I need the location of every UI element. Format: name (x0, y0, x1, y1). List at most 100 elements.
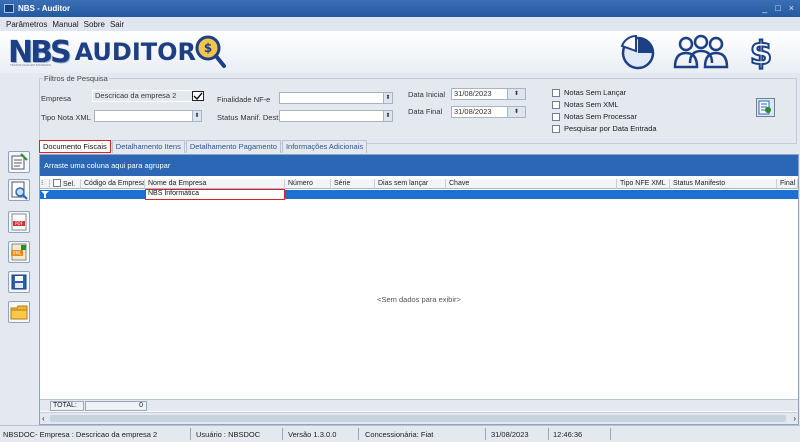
check-notas-sem-processar[interactable]: Notas Sem Processar (552, 112, 637, 121)
col-tipo-nfe-xml[interactable]: Tipo NFE XML (617, 179, 670, 189)
filters-legend: Filtros de Pesquisa (43, 74, 109, 83)
finalidade-select[interactable]: ⬍ (279, 92, 393, 104)
status-version: Versão 1.3.0.0 (288, 430, 337, 439)
data-final-field[interactable]: 31/08/2023 ⬍ (451, 106, 526, 118)
empresa-picker-button[interactable] (192, 91, 204, 101)
col-sel-label: Sel. (63, 181, 76, 188)
status-date: 31/08/2023 (491, 430, 529, 439)
tab-documento-fiscais[interactable]: Documento Fiscais (39, 140, 111, 153)
finalidade-label: Finalidade NF-e (217, 95, 271, 104)
col-numero[interactable]: Número (285, 179, 331, 189)
maximize-button[interactable]: □ (775, 3, 780, 13)
pdf-button[interactable]: PDF (8, 211, 30, 233)
main-panel: Filtros de Pesquisa Empresa Descricao da… (37, 73, 800, 425)
checkbox[interactable] (552, 100, 560, 109)
empresa-field[interactable]: Descricao da empresa 2 (92, 90, 194, 102)
spin-arrows-icon[interactable]: ⬍ (192, 111, 201, 121)
spin-arrows-icon[interactable]: ⬍ (383, 111, 392, 121)
search-button[interactable] (756, 98, 775, 117)
date-spin-icon[interactable]: ⬍ (507, 107, 525, 117)
close-button[interactable]: × (789, 3, 794, 13)
users-icon[interactable] (670, 33, 732, 71)
notes-icon (11, 153, 28, 170)
tab-detalhamento-itens[interactable]: Detalhamento Itens (111, 140, 185, 153)
status-separator (282, 428, 283, 440)
data-final-label: Data Final (408, 107, 443, 116)
row-indicator-header: ⁝ (40, 179, 50, 189)
horizontal-scrollbar[interactable]: ‹ › (40, 412, 798, 424)
data-inicial-field[interactable]: 31/08/2023 ⬍ (451, 88, 526, 100)
col-nome-empresa[interactable]: Nome da Empresa (145, 179, 285, 189)
spin-arrows-icon[interactable]: ⬍ (383, 93, 392, 103)
status-bar: NBSDOC- Empresa : Descricao da empresa 2… (0, 425, 800, 442)
status-manif-select[interactable]: ⬍ (279, 110, 393, 122)
status-manif-label: Status Manif. Dest: (217, 113, 281, 122)
status-separator (485, 428, 486, 440)
scroll-left-icon[interactable]: ‹ (42, 414, 45, 423)
col-dias-sem-lancar[interactable]: Dias sem lançar (375, 179, 446, 189)
svg-text:XML: XML (13, 251, 22, 256)
tab-detalhamento-pagamento[interactable]: Detalhamento Pagamento (185, 140, 281, 153)
total-row: TOTAL: 0 (40, 399, 798, 411)
data-inicial-label: Data Inicial (408, 90, 446, 99)
check-notas-sem-lancar[interactable]: Notas Sem Lançar (552, 88, 626, 97)
checkbox[interactable] (552, 124, 560, 133)
folder-button[interactable] (8, 301, 30, 323)
logo-tagline: TECNOLOGIA EM SISTEMAS (10, 63, 51, 67)
total-label: TOTAL: (50, 401, 84, 411)
save-button[interactable] (8, 271, 30, 293)
col-chave[interactable]: Chave (446, 179, 617, 189)
tab-strip: Documento Fiscais Detalhamento Itens Det… (39, 140, 368, 153)
menu-sobre[interactable]: Sobre (84, 20, 105, 29)
dollar-icon[interactable]: $ (746, 33, 776, 71)
svg-text:$: $ (750, 34, 772, 71)
notes-tool-button[interactable] (8, 151, 30, 173)
empresa-label: Empresa (41, 94, 72, 103)
col-final[interactable]: Final (777, 179, 798, 189)
left-toolbar: PDF XML (0, 73, 37, 425)
date-spin-icon[interactable]: ⬍ (507, 89, 525, 99)
data-inicial-value: 31/08/2023 (454, 89, 492, 98)
scroll-right-icon[interactable]: › (793, 414, 796, 423)
search-document-icon (11, 181, 28, 200)
tab-informacoes-adicionais[interactable]: Informações Adicionais (281, 140, 368, 153)
status-separator (548, 428, 549, 440)
checklist-icon (193, 92, 203, 101)
check-label: Pesquisar por Data Entrada (564, 124, 657, 133)
tipo-nota-select[interactable]: ⬍ (94, 110, 202, 122)
logo-auditor-text: AUDITOR (74, 38, 197, 66)
menu-parametros[interactable]: Parâmetros (6, 20, 47, 29)
search-report-icon (758, 100, 771, 115)
checkbox[interactable] (552, 112, 560, 121)
folder-icon (10, 305, 28, 320)
scroll-thumb[interactable] (50, 415, 786, 422)
title-bar: NBS - Auditor _ □ × (0, 0, 800, 17)
col-status-manifesto[interactable]: Status Manifesto (670, 179, 777, 189)
floppy-disk-icon (11, 274, 27, 290)
status-user: Usuário : NBSDOC (196, 430, 261, 439)
magnifier-coin-icon: $ (195, 35, 227, 68)
minimize-button[interactable]: _ (762, 3, 767, 13)
check-pesquisar-data-entrada[interactable]: Pesquisar por Data Entrada (552, 124, 657, 133)
check-notas-sem-xml[interactable]: Notas Sem XML (552, 100, 619, 109)
nbs-auditor-logo: NBS AUDITOR $ TECNOLOGIA EM SISTEMAS (8, 34, 227, 70)
col-sel[interactable]: Sel. (50, 179, 81, 189)
pie-chart-icon[interactable] (618, 33, 658, 71)
col-codigo-empresa[interactable]: Código da Empresa (81, 179, 145, 189)
group-by-panel[interactable]: Arraste uma coluna aqui para agrupar (40, 155, 798, 176)
status-company: NBSDOC- Empresa : Descricao da empresa 2 (3, 430, 158, 439)
nome-empresa-filter-input[interactable]: NBS Informática (145, 189, 285, 200)
checkbox[interactable] (552, 88, 560, 97)
col-serie[interactable]: Série (331, 179, 375, 189)
select-all-checkbox[interactable] (53, 179, 61, 187)
check-label: Notas Sem Processar (564, 112, 637, 121)
status-separator (610, 428, 611, 440)
menu-manual[interactable]: Manual (52, 20, 78, 29)
documents-grid: Arraste uma coluna aqui para agrupar ⁝ S… (39, 154, 799, 425)
svg-text:PDF: PDF (15, 221, 23, 226)
search-doc-button[interactable] (8, 179, 30, 201)
empresa-value: Descricao da empresa 2 (95, 91, 177, 100)
status-time: 12:46:36 (553, 430, 583, 439)
xml-button[interactable]: XML (8, 241, 30, 263)
menu-sair[interactable]: Sair (110, 20, 124, 29)
